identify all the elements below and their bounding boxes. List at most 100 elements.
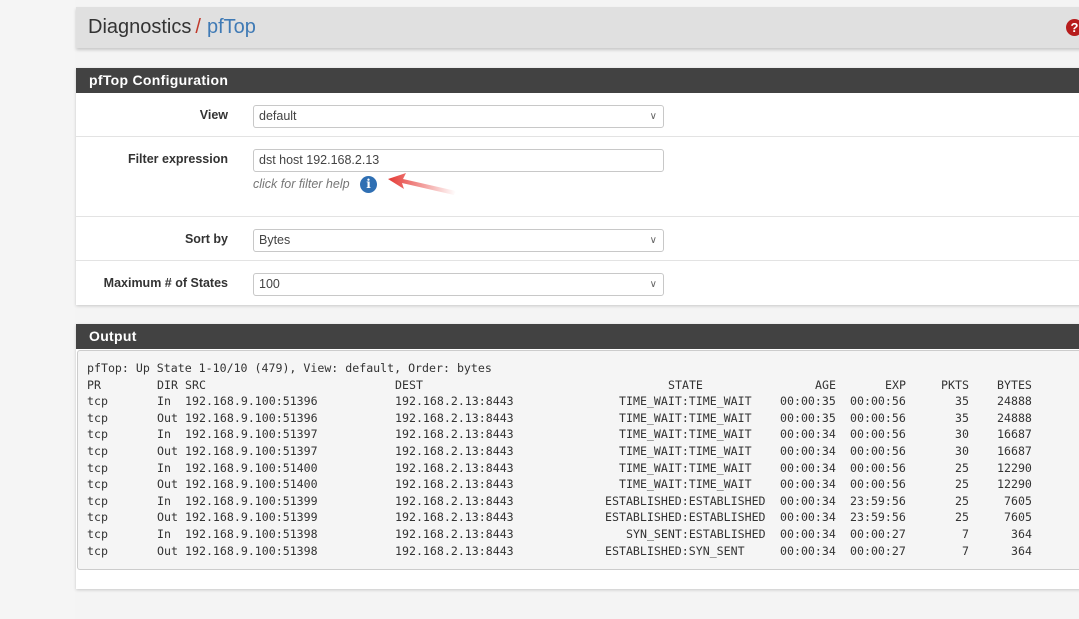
cell-state: ESTABLISHED:ESTABLISHED xyxy=(605,510,766,525)
cell-pkts: 25 xyxy=(955,493,969,508)
cell-dest: 192.168.2.13:8443 xyxy=(395,493,514,508)
cell-pr: tcp xyxy=(87,526,108,541)
cell-age: 00:00:34 xyxy=(780,443,836,458)
cell-exp: 00:00:56 xyxy=(850,460,906,475)
cell-pr: tcp xyxy=(87,477,108,492)
cell-state: TIME_WAIT:TIME_WAIT xyxy=(619,427,752,442)
state-row: tcp In 192.168.9.100:51398 192.168.2.13:844… xyxy=(87,526,1032,544)
cell-bytes: 12290 xyxy=(997,477,1032,492)
state-row: tcp Out 192.168.9.100:51397 192.168.2.13:84… xyxy=(87,443,1032,461)
cell-exp: 00:00:56 xyxy=(850,394,906,409)
cell-age: 00:00:35 xyxy=(780,410,836,425)
max-states-label: Maximum # of States xyxy=(103,276,228,290)
output-header-row: PR DIR SRC DEST STATE AGE EXP PKTS BYTES xyxy=(87,377,1032,395)
cell-dir: In xyxy=(157,526,171,541)
cell-pkts: 35 xyxy=(955,410,969,425)
cell-src: 192.168.9.100:51400 xyxy=(185,460,318,475)
max-states-row: Maximum # of States 100 ∨ xyxy=(76,261,1079,304)
cell-dir: In xyxy=(157,460,171,475)
filter-label: Filter expression xyxy=(127,152,228,166)
col-exp: EXP xyxy=(885,377,906,392)
cell-src: 192.168.9.100:51398 xyxy=(185,526,318,541)
cell-src: 192.168.9.100:51397 xyxy=(185,443,318,458)
view-select[interactable]: default ∨ xyxy=(253,105,664,128)
chevron-down-icon: ∨ xyxy=(649,279,657,290)
cell-state: TIME_WAIT:TIME_WAIT xyxy=(619,443,752,458)
cell-src: 192.168.9.100:51396 xyxy=(185,394,318,409)
cell-age: 00:00:34 xyxy=(780,460,836,475)
question-circle-icon[interactable]: ? xyxy=(1066,19,1079,36)
max-states-select[interactable]: 100 ∨ xyxy=(253,273,664,296)
chevron-down-icon: ∨ xyxy=(649,235,657,246)
red-arrow-annotation xyxy=(388,173,456,195)
cell-dest: 192.168.2.13:8443 xyxy=(395,543,514,558)
cell-pr: tcp xyxy=(87,493,108,508)
cell-pkts: 25 xyxy=(955,477,969,492)
filter-row: Filter expression dst host 192.168.2.13 … xyxy=(76,137,1079,217)
breadcrumb-parent[interactable]: Diagnostics xyxy=(88,16,191,38)
col-age: AGE xyxy=(815,377,836,392)
cell-pkts: 7 xyxy=(962,543,969,558)
cell-age: 00:00:34 xyxy=(780,510,836,525)
cell-bytes: 7605 xyxy=(1004,493,1032,508)
col-dest: DEST xyxy=(395,377,423,392)
cell-exp: 23:59:56 xyxy=(850,493,906,508)
cell-bytes: 24888 xyxy=(997,410,1032,425)
cell-pr: tcp xyxy=(87,543,108,558)
cell-pr: tcp xyxy=(87,460,108,475)
cell-src: 192.168.9.100:51399 xyxy=(185,510,318,525)
cell-bytes: 16687 xyxy=(997,427,1032,442)
chevron-down-icon: ∨ xyxy=(649,111,657,122)
cell-bytes: 24888 xyxy=(997,394,1032,409)
cell-state: TIME_WAIT:TIME_WAIT xyxy=(619,410,752,425)
filter-input[interactable]: dst host 192.168.2.13 xyxy=(253,149,664,172)
output-lines: pfTop: Up State 1-10/10 (479), View: def… xyxy=(87,361,1032,560)
col-pr: PR xyxy=(87,377,101,392)
cell-pr: tcp xyxy=(87,410,108,425)
page-header: Diagnostics / pfTop ? xyxy=(76,7,1079,48)
filter-help-link[interactable]: click for filter help xyxy=(253,177,350,191)
config-panel: pfTop Configuration View default ∨ Filter… xyxy=(76,68,1079,305)
cell-bytes: 364 xyxy=(1011,526,1032,541)
sort-label: Sort by xyxy=(184,232,228,246)
cell-pr: tcp xyxy=(87,394,108,409)
cell-pkts: 30 xyxy=(955,427,969,442)
cell-bytes: 12290 xyxy=(997,460,1032,475)
sort-select[interactable]: Bytes ∨ xyxy=(253,229,664,252)
left-gutter xyxy=(0,0,75,619)
cell-state: TIME_WAIT:TIME_WAIT xyxy=(619,394,752,409)
breadcrumb: Diagnostics / pfTop xyxy=(88,16,256,39)
cell-src: 192.168.9.100:51398 xyxy=(185,543,318,558)
output-text: pfTop: Up State 1-10/10 (479), View: def… xyxy=(77,350,1079,570)
filter-value: dst host 192.168.2.13 xyxy=(259,153,380,167)
col-src: SRC xyxy=(185,377,206,392)
cell-src: 192.168.9.100:51400 xyxy=(185,477,318,492)
cell-pkts: 35 xyxy=(955,394,969,409)
view-label: View xyxy=(199,108,228,122)
cell-state: ESTABLISHED:SYN_SENT xyxy=(605,543,745,558)
view-value: default xyxy=(259,109,297,123)
state-row: tcp Out 192.168.9.100:51399 192.168.2.13:84… xyxy=(87,510,1032,527)
info-icon[interactable]: i xyxy=(360,176,377,193)
cell-exp: 00:00:56 xyxy=(850,477,906,492)
view-row: View default ∨ xyxy=(76,93,1079,137)
cell-exp: 00:00:27 xyxy=(850,543,906,558)
cell-exp: 00:00:27 xyxy=(850,526,906,541)
cell-dir: Out xyxy=(157,510,178,525)
cell-src: 192.168.9.100:51396 xyxy=(185,410,318,425)
col-bytes: BYTES xyxy=(997,377,1032,392)
breadcrumb-separator: / xyxy=(195,16,201,38)
cell-dest: 192.168.2.13:8443 xyxy=(395,410,514,425)
output-panel-title: Output xyxy=(76,324,1079,349)
cell-dir: Out xyxy=(157,477,178,492)
cell-dest: 192.168.2.13:8443 xyxy=(395,394,514,409)
cell-pkts: 7 xyxy=(962,526,969,541)
cell-pr: tcp xyxy=(87,427,108,442)
cell-pr: tcp xyxy=(87,510,108,525)
col-dir: DIR xyxy=(157,377,178,392)
cell-state: TIME_WAIT:TIME_WAIT xyxy=(619,477,752,492)
breadcrumb-current[interactable]: pfTop xyxy=(207,16,256,38)
cell-src: 192.168.9.100:51397 xyxy=(185,427,318,442)
cell-bytes: 364 xyxy=(1011,543,1032,558)
cell-pr: tcp xyxy=(87,443,108,458)
